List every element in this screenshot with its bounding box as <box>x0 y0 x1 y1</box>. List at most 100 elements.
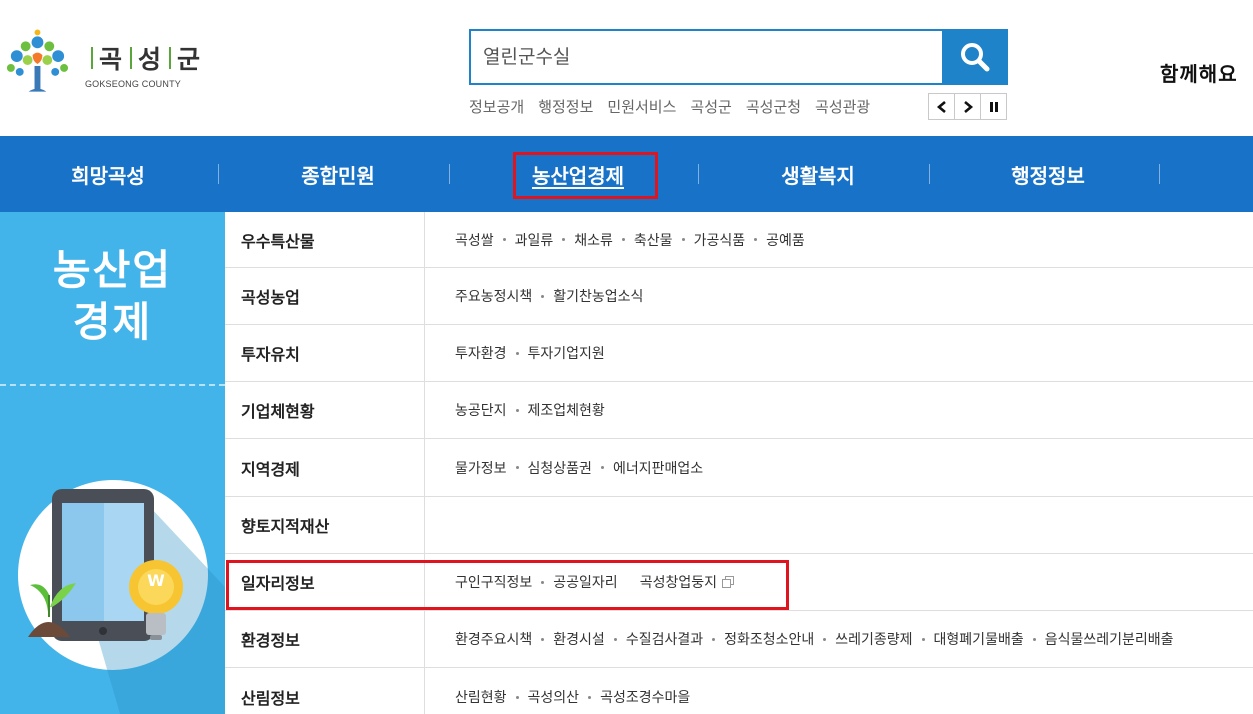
submenu-link[interactable]: 수질검사결과 <box>626 629 703 649</box>
gnb-divider <box>218 164 219 184</box>
search-bar <box>469 29 1008 85</box>
quick-link-civil-service[interactable]: 민원서비스 <box>607 96 676 117</box>
submenu-row: 환경정보 환경주요시책 환경시설 수질검사결과 정화조청소안내 쓰레기종량제 대… <box>225 611 1253 668</box>
submenu-link[interactable]: 채소류 <box>574 230 613 250</box>
quick-link-gokseong[interactable]: 곡성군 <box>690 96 731 117</box>
submenu-link[interactable]: 곡성의산 <box>528 687 580 707</box>
logo-subtitle: GOKSEONG COUNTY <box>84 78 181 89</box>
gnb-item-hope-gokseong[interactable]: 희망곡성 <box>0 136 223 212</box>
submenu-category[interactable]: 기업체현황 <box>225 382 425 438</box>
gnb-divider <box>929 164 930 184</box>
gnb-label: 농산업경제 <box>532 163 624 188</box>
submenu-link[interactable]: 정화조청소안내 <box>724 629 814 649</box>
submenu-link[interactable]: 음식물쓰레기분리배출 <box>1045 629 1174 649</box>
submenu-link[interactable]: 공공일자리 <box>553 572 617 592</box>
gnb-divider <box>1159 164 1160 184</box>
gnb-item-agri-economy[interactable]: 농산업경제 <box>463 136 693 212</box>
gnb-item-welfare[interactable]: 생활복지 <box>703 136 933 212</box>
submenu-link[interactable]: 축산물 <box>634 230 673 250</box>
quick-link-info-open[interactable]: 정보공개 <box>469 96 524 117</box>
submenu-row: 우수특산물 곡성쌀 과일류 채소류 축산물 가공식품 공예품 <box>225 212 1253 268</box>
submenu-link[interactable]: 투자기업지원 <box>528 343 605 363</box>
submenu-row: 향토지적재산 <box>225 497 1253 554</box>
submenu-link[interactable]: 에너지판매업소 <box>613 458 703 478</box>
submenu-items: 주요농정시책 활기찬농업소식 <box>425 286 1253 306</box>
search-button[interactable] <box>942 29 1008 85</box>
submenu-row: 투자유치 투자환경 투자기업지원 <box>225 325 1253 382</box>
gnb-divider <box>449 164 450 184</box>
new-window-icon <box>721 576 734 588</box>
submenu-row: 지역경제 물가정보 심청상품권 에너지판매업소 <box>225 439 1253 497</box>
gnb-label: 희망곡성 <box>71 163 145 188</box>
banner-divider <box>0 384 225 386</box>
next-icon <box>963 100 973 113</box>
quick-link-tourism[interactable]: 곡성관광 <box>815 96 870 117</box>
submenu-link[interactable]: 활기찬농업소식 <box>553 286 643 306</box>
submenu-link[interactable]: 곡성조경수마을 <box>600 687 690 707</box>
submenu-link[interactable]: 구인구직정보 <box>455 572 532 592</box>
banner-title-line1: 농산업 <box>52 246 173 294</box>
gnb-item-admin-info[interactable]: 행정정보 <box>933 136 1163 212</box>
logo-char-2: 성 <box>137 44 163 74</box>
submenu-items: 농공단지 제조업체현황 <box>425 400 1253 420</box>
quick-link-county-office[interactable]: 곡성군청 <box>746 96 801 117</box>
tree-logo-icon <box>6 29 69 92</box>
submenu-link[interactable]: 곡성창업둥지 <box>640 572 717 592</box>
tablet-sprout-bulb-illustration <box>28 489 225 714</box>
next-button[interactable] <box>954 93 981 120</box>
gnb-label: 종합민원 <box>301 163 375 188</box>
submenu-link[interactable]: 산림현황 <box>455 687 507 707</box>
prev-icon <box>936 100 946 113</box>
section-banner: 농산업 경제 W <box>0 212 225 714</box>
submenu-row: 산림정보 산림현황 곡성의산 곡성조경수마을 <box>225 668 1253 714</box>
banner-title: 농산업 경제 <box>0 244 225 348</box>
submenu-link[interactable]: 환경시설 <box>553 629 605 649</box>
site-header: 곡 성 군 GOKSEONG COUNTY 정보공개 행정정보 민원서비스 곡성… <box>0 0 1253 136</box>
gnb-item-civil-affairs[interactable]: 종합민원 <box>223 136 453 212</box>
logo-char-3: 군 <box>176 44 202 74</box>
submenu-link[interactable]: 제조업체현황 <box>528 400 605 420</box>
gnb-label: 행정정보 <box>1011 163 1085 188</box>
submenu-link[interactable]: 과일류 <box>515 230 554 250</box>
logo-title: 곡 성 군 <box>85 40 202 76</box>
main-navigation: 희망곡성 종합민원 농산업경제 생활복지 행정정보 C <box>0 136 1253 212</box>
submenu-row: 기업체현황 농공단지 제조업체현황 <box>225 382 1253 439</box>
submenu-category[interactable]: 지역경제 <box>225 439 425 496</box>
logo-char-1: 곡 <box>98 44 124 74</box>
submenu-category[interactable]: 곡성농업 <box>225 268 425 324</box>
submenu-items: 산림현황 곡성의산 곡성조경수마을 <box>425 687 1253 707</box>
submenu-link[interactable]: 쓰레기종량제 <box>835 629 912 649</box>
banner-title-line2: 경제 <box>72 298 153 346</box>
submenu-items: 환경주요시책 환경시설 수질검사결과 정화조청소안내 쓰레기종량제 대형폐기물배… <box>425 629 1253 649</box>
submenu-link[interactable]: 물가정보 <box>455 458 507 478</box>
site-logo[interactable]: 곡 성 군 GOKSEONG COUNTY <box>2 28 202 100</box>
submenu-link[interactable]: 가공식품 <box>694 230 746 250</box>
submenu-link[interactable]: 곡성쌀 <box>455 230 494 250</box>
submenu-category[interactable]: 환경정보 <box>225 611 425 667</box>
slogan: 함께해요 <box>1160 62 1238 86</box>
search-input[interactable] <box>469 29 942 85</box>
keyword-roll-controls <box>928 93 1007 120</box>
submenu-link[interactable]: 투자환경 <box>455 343 507 363</box>
submenu-link[interactable]: 농공단지 <box>455 400 507 420</box>
submenu-link[interactable]: 공예품 <box>766 230 805 250</box>
gnb-item-more[interactable]: C <box>1163 136 1253 212</box>
submenu-items: 구인구직정보 공공일자리 곡성창업둥지 <box>425 572 1253 592</box>
submenu-category[interactable]: 일자리정보 <box>225 554 425 610</box>
submenu-link[interactable]: 환경주요시책 <box>455 629 532 649</box>
submenu-items: 곡성쌀 과일류 채소류 축산물 가공식품 공예품 <box>425 230 1253 250</box>
submenu-link[interactable]: 심청상품권 <box>528 458 592 478</box>
submenu-category[interactable]: 투자유치 <box>225 325 425 381</box>
pause-button[interactable] <box>980 93 1007 120</box>
submenu-table: 우수특산물 곡성쌀 과일류 채소류 축산물 가공식품 공예품 곡성농업 주요농정… <box>225 212 1253 714</box>
submenu-category[interactable]: 향토지적재산 <box>225 497 425 553</box>
quick-link-admin-info[interactable]: 행정정보 <box>538 96 593 117</box>
pause-icon <box>989 101 998 112</box>
bulb-letter: W <box>147 571 165 590</box>
submenu-category[interactable]: 산림정보 <box>225 668 425 714</box>
gnb-label: 생활복지 <box>781 163 855 188</box>
submenu-link[interactable]: 대형폐기물배출 <box>934 629 1024 649</box>
submenu-link[interactable]: 주요농정시책 <box>455 286 532 306</box>
submenu-category[interactable]: 우수특산물 <box>225 212 425 267</box>
prev-button[interactable] <box>928 93 955 120</box>
